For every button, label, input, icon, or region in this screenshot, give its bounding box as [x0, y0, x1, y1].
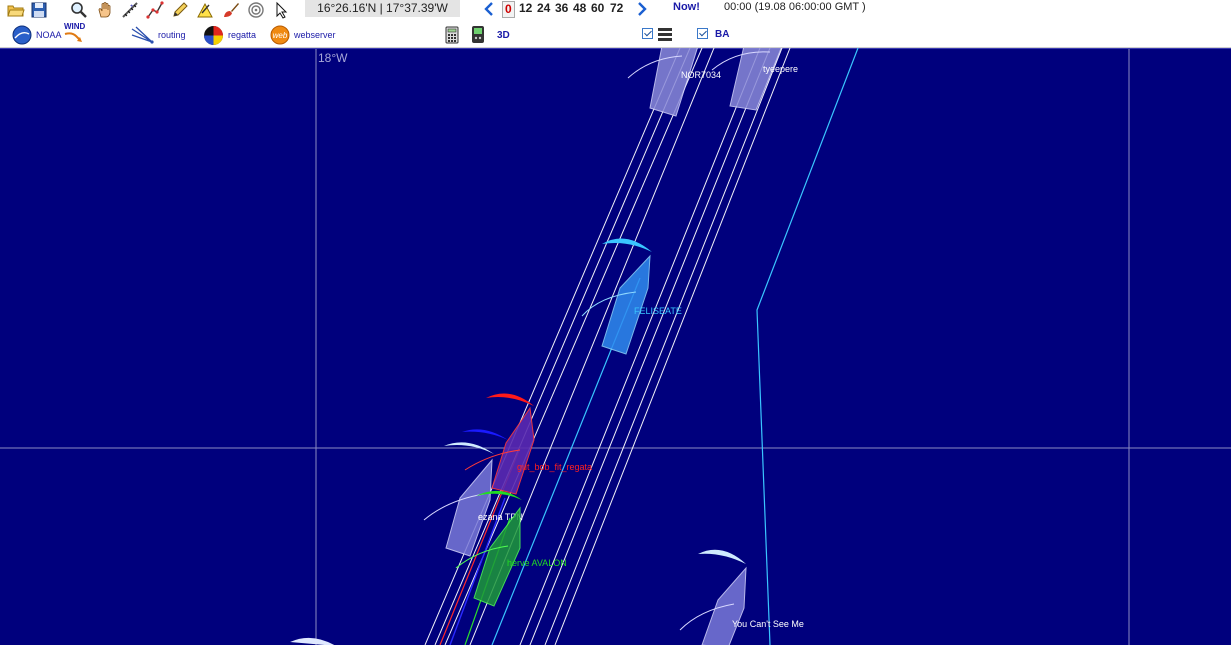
- svg-text:tyeepere: tyeepere: [763, 64, 798, 74]
- main-toolbar: + 16°26.16'N | 17°37.39'W 0 12 24 36 48 …: [0, 0, 1231, 20]
- regatta-module-button[interactable]: regatta: [203, 24, 256, 46]
- regatta-icon: [204, 25, 223, 45]
- brush-icon[interactable]: [222, 1, 240, 19]
- pointer-icon[interactable]: [273, 1, 291, 19]
- track-2: [434, 48, 691, 645]
- svg-text:NOR7034: NOR7034: [681, 70, 721, 80]
- webserver-icon: web: [270, 25, 290, 45]
- measure-icon[interactable]: +: [121, 1, 139, 19]
- svg-text:herve AVALON: herve AVALON: [507, 558, 567, 568]
- route-tool-icon[interactable]: [146, 1, 164, 19]
- webserver-module-button[interactable]: web webserver: [270, 24, 336, 46]
- ba-checkbox[interactable]: [697, 28, 708, 39]
- svg-text:FELISEATE: FELISEATE: [634, 306, 682, 316]
- zoom-icon[interactable]: [70, 1, 88, 19]
- time-display: 00:00 (19.08 06:00:00 GMT ): [724, 1, 866, 13]
- track-1: [424, 48, 681, 645]
- svg-text:web: web: [273, 31, 288, 40]
- hour-12-button[interactable]: 12: [519, 1, 532, 16]
- partial-sail: [290, 637, 335, 645]
- noaa-icon: [12, 25, 32, 45]
- next-time-icon[interactable]: [633, 0, 651, 18]
- mark-tool-icon[interactable]: [196, 1, 214, 19]
- wind-label: WIND: [64, 22, 86, 31]
- hour-0-button[interactable]: 0: [502, 1, 515, 18]
- pan-hand-icon[interactable]: [96, 1, 114, 19]
- hour-24-button[interactable]: 24: [537, 1, 550, 16]
- layers-checkbox[interactable]: [642, 28, 653, 39]
- routing-label: routing: [158, 30, 186, 40]
- pencil-icon[interactable]: [171, 1, 189, 19]
- cyan-track-2: [756, 48, 859, 645]
- save-icon[interactable]: [30, 1, 48, 19]
- longitude-label: 18°W: [318, 51, 348, 65]
- gps-device-icon[interactable]: [469, 25, 487, 44]
- boat-tyeepere: tyeepere: [711, 48, 798, 111]
- noaa-label: NOAA: [36, 30, 62, 40]
- hour-60-button[interactable]: 60: [591, 1, 604, 16]
- track-7: [554, 48, 791, 645]
- hour-72-button[interactable]: 72: [610, 1, 623, 16]
- routing-module-button[interactable]: routing: [130, 24, 186, 46]
- target-icon[interactable]: [247, 1, 265, 19]
- noaa-module-button[interactable]: NOAA: [12, 24, 62, 46]
- svg-text:You Can't See Me: You Can't See Me: [732, 619, 804, 629]
- now-button[interactable]: Now!: [673, 1, 700, 13]
- hour-48-button[interactable]: 48: [573, 1, 586, 16]
- open-folder-icon[interactable]: [7, 1, 25, 19]
- svg-text:+: +: [130, 4, 134, 10]
- svg-text:gut_bob_fit_regata: gut_bob_fit_regata: [517, 462, 592, 472]
- ba-label: BA: [715, 29, 730, 40]
- regatta-label: regatta: [228, 30, 257, 40]
- cyan-tracks: [491, 48, 859, 645]
- blue-sail: [462, 429, 508, 440]
- calculator-icon[interactable]: [445, 26, 459, 44]
- wind-module-button[interactable]: WIND: [64, 22, 85, 44]
- hour-36-button[interactable]: 36: [555, 1, 568, 16]
- wind-arrow-icon: [64, 32, 82, 42]
- routing-icon: [131, 26, 154, 44]
- coordinate-readout: 16°26.16'N | 17°37.39'W: [305, 0, 460, 17]
- layers-list-icon[interactable]: [657, 27, 673, 42]
- boat-you-cant-see-me: You Can't See Me: [679, 549, 804, 645]
- 3d-button[interactable]: 3D: [497, 30, 510, 41]
- previous-time-icon[interactable]: [480, 0, 498, 18]
- map-view[interactable]: 18°W NOR7034 tyeepere FELISEATE gut_bob_…: [0, 48, 1231, 645]
- webserver-label: webserver: [294, 30, 336, 40]
- boat-nor7034: NOR7034: [627, 48, 721, 117]
